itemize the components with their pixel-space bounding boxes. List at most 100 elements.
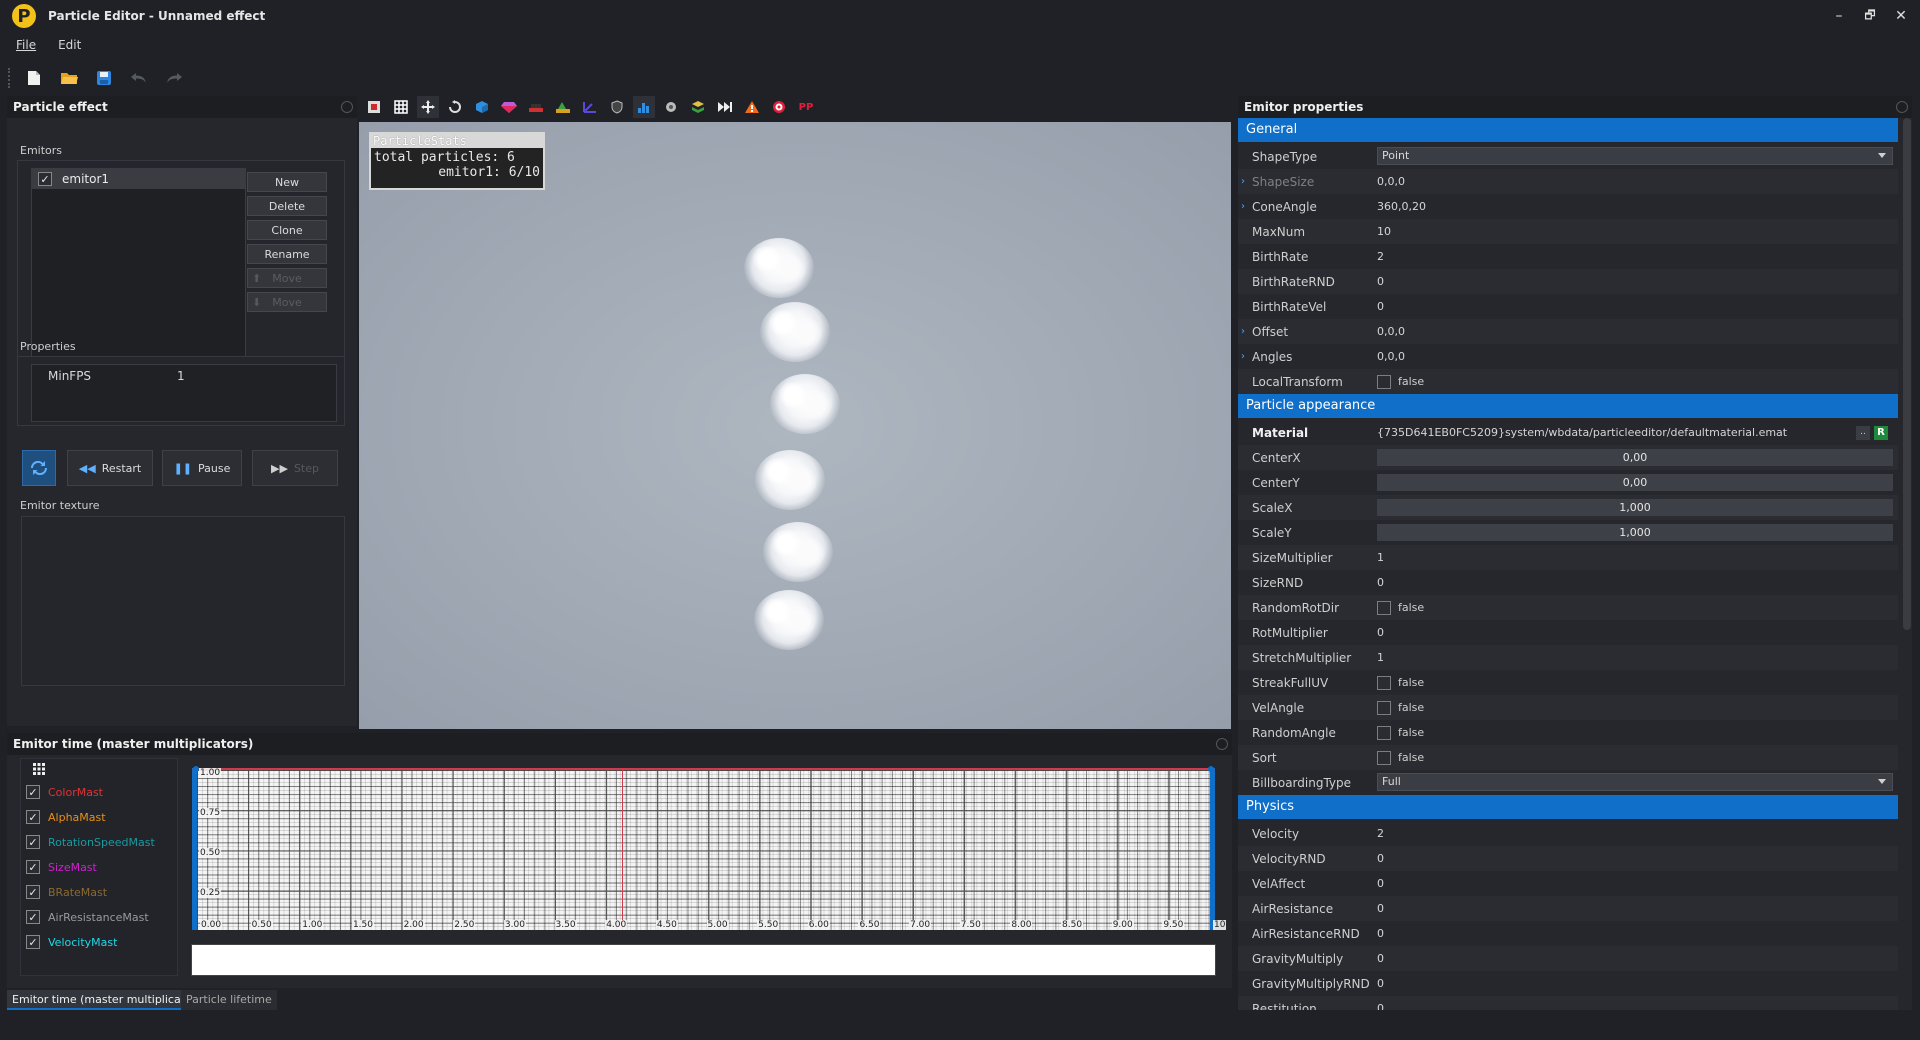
streak-full-uv-checkbox[interactable] xyxy=(1377,675,1391,690)
property-value[interactable]: 1 xyxy=(177,369,185,383)
mast-item-airresistancemast[interactable]: ✓ AirResistanceMast xyxy=(26,906,149,928)
property-value[interactable]: 2 xyxy=(1377,250,1384,263)
expand-icon[interactable]: › xyxy=(1241,201,1245,212)
property-value[interactable]: 0 xyxy=(1377,877,1384,890)
reset-material-button[interactable]: R xyxy=(1874,426,1888,440)
mast-checkbox[interactable]: ✓ xyxy=(26,785,40,799)
camera-icon[interactable] xyxy=(660,96,682,118)
mast-item-alphamast[interactable]: ✓ AlphaMast xyxy=(26,806,106,828)
gem-icon[interactable] xyxy=(498,96,520,118)
panel-close-icon[interactable] xyxy=(1896,101,1908,113)
property-value[interactable]: 0 xyxy=(1377,977,1384,990)
properties-scrollbar[interactable] xyxy=(1903,118,1911,630)
random-rot-dir-checkbox[interactable] xyxy=(1377,600,1391,615)
property-value[interactable]: 0 xyxy=(1377,626,1384,639)
property-value[interactable]: 0,0,0 xyxy=(1377,350,1405,363)
save-icon[interactable] xyxy=(91,65,117,91)
category-particle-appearance[interactable]: Particle appearance xyxy=(1238,394,1898,418)
category-physics[interactable]: Physics xyxy=(1238,795,1898,819)
material-path[interactable]: {735D641EB0FC5209}system/wbdata/particle… xyxy=(1377,426,1787,439)
restart-button[interactable]: ◀◀ Restart xyxy=(67,450,153,486)
master-curve-editor[interactable]: 0.00 0.50 1.00 1.50 2.00 2.50 3.00 3.50 4.00 4.50… xyxy=(192,766,1227,930)
new-emitor-button[interactable]: New xyxy=(247,172,327,192)
menu-file[interactable]: File xyxy=(0,35,44,55)
move-up-button[interactable]: ⬆ Move xyxy=(247,268,327,288)
mast-checkbox[interactable]: ✓ xyxy=(26,835,40,849)
open-folder-icon[interactable] xyxy=(56,65,82,91)
menu-edit[interactable]: Edit xyxy=(44,35,89,55)
browse-material-button[interactable]: .. xyxy=(1856,426,1870,440)
tab-particle-lifetime[interactable]: Particle lifetime xyxy=(181,990,277,1010)
panel-close-icon[interactable] xyxy=(341,101,353,113)
skip-end-icon[interactable] xyxy=(714,96,736,118)
property-value[interactable]: 10 xyxy=(1377,225,1391,238)
property-value[interactable]: 0 xyxy=(1377,852,1384,865)
move-down-button[interactable]: ⬇ Move xyxy=(247,292,327,312)
panel-close-icon[interactable] xyxy=(1216,738,1228,750)
property-value[interactable]: 0 xyxy=(1377,952,1384,965)
time-cursor[interactable] xyxy=(622,770,624,930)
property-value[interactable]: 1 xyxy=(1377,551,1384,564)
property-value[interactable]: 2 xyxy=(1377,827,1384,840)
toolbar-grip[interactable] xyxy=(8,68,12,88)
mast-checkbox[interactable]: ✓ xyxy=(26,810,40,824)
grid-icon[interactable] xyxy=(390,96,412,118)
minimize-button[interactable]: – xyxy=(1824,0,1854,32)
mast-checkbox[interactable]: ✓ xyxy=(26,860,40,874)
property-value[interactable]: 360,0,20 xyxy=(1377,200,1426,213)
grid-toggle-icon[interactable] xyxy=(29,759,49,779)
loop-toggle-button[interactable] xyxy=(22,450,56,486)
ground-plane-icon[interactable] xyxy=(525,96,547,118)
scale-x-spinbox[interactable]: 1,000 xyxy=(1377,499,1893,516)
particle-viewport[interactable]: ParticleStats total particles: 6 emitor1… xyxy=(359,122,1231,729)
center-x-spinbox[interactable]: 0,00 xyxy=(1377,449,1893,466)
mast-item-bratemast[interactable]: ✓ BRateMast xyxy=(26,881,107,903)
emitor-list-item[interactable]: ✓ emitor1 xyxy=(32,169,245,189)
stats-chart-icon[interactable] xyxy=(633,96,655,118)
restore-button[interactable]: 🗗 xyxy=(1855,0,1885,32)
property-value[interactable]: 0 xyxy=(1377,927,1384,940)
target-icon[interactable] xyxy=(768,96,790,118)
property-value[interactable]: 0 xyxy=(1377,275,1384,288)
center-y-spinbox[interactable]: 0,00 xyxy=(1377,474,1893,491)
expand-icon[interactable]: › xyxy=(1241,326,1245,337)
new-file-icon[interactable] xyxy=(21,65,47,91)
move-gizmo-icon[interactable] xyxy=(417,96,439,118)
emitor-enabled-checkbox[interactable]: ✓ xyxy=(38,172,52,186)
billboarding-type-dropdown[interactable]: Full xyxy=(1377,773,1893,791)
terrain-icon[interactable] xyxy=(552,96,574,118)
timeline-bar[interactable] xyxy=(191,944,1216,976)
close-button[interactable]: ✕ xyxy=(1886,0,1916,32)
property-value[interactable]: 0 xyxy=(1377,300,1384,313)
expand-icon[interactable]: › xyxy=(1241,351,1245,362)
property-value[interactable]: 1 xyxy=(1377,651,1384,664)
curve-key-start[interactable] xyxy=(193,766,199,772)
step-button[interactable]: ▶▶ Step xyxy=(252,450,338,486)
pp-effects-icon[interactable]: PP xyxy=(795,96,817,118)
expand-icon[interactable]: › xyxy=(1241,176,1245,187)
property-value[interactable]: 0,0,0 xyxy=(1377,175,1405,188)
mast-item-rotationspeedmast[interactable]: ✓ RotationSpeedMast xyxy=(26,831,155,853)
property-value[interactable]: 0 xyxy=(1377,576,1384,589)
rotate-icon[interactable] xyxy=(444,96,466,118)
mast-item-velocitymast[interactable]: ✓ VelocityMast xyxy=(26,931,117,953)
scale-y-spinbox[interactable]: 1,000 xyxy=(1377,524,1893,541)
mast-item-sizemast[interactable]: ✓ SizeMast xyxy=(26,856,97,878)
redo-icon[interactable] xyxy=(161,65,187,91)
clone-emitor-button[interactable]: Clone xyxy=(247,220,327,240)
shield-icon[interactable] xyxy=(606,96,628,118)
property-value[interactable]: 0,0,0 xyxy=(1377,325,1405,338)
cube-icon[interactable] xyxy=(471,96,493,118)
mast-checkbox[interactable]: ✓ xyxy=(26,935,40,949)
delete-emitor-button[interactable]: Delete xyxy=(247,196,327,216)
mast-checkbox[interactable]: ✓ xyxy=(26,910,40,924)
curve-key-end[interactable] xyxy=(1208,766,1214,772)
axis-icon[interactable] xyxy=(579,96,601,118)
pause-button[interactable]: ❚❚ Pause xyxy=(162,450,242,486)
shape-type-dropdown[interactable]: Point xyxy=(1377,147,1893,165)
local-transform-checkbox[interactable] xyxy=(1377,374,1391,389)
rename-emitor-button[interactable]: Rename xyxy=(247,244,327,264)
random-angle-checkbox[interactable] xyxy=(1377,725,1391,740)
undo-icon[interactable] xyxy=(126,65,152,91)
sort-checkbox[interactable] xyxy=(1377,750,1391,765)
